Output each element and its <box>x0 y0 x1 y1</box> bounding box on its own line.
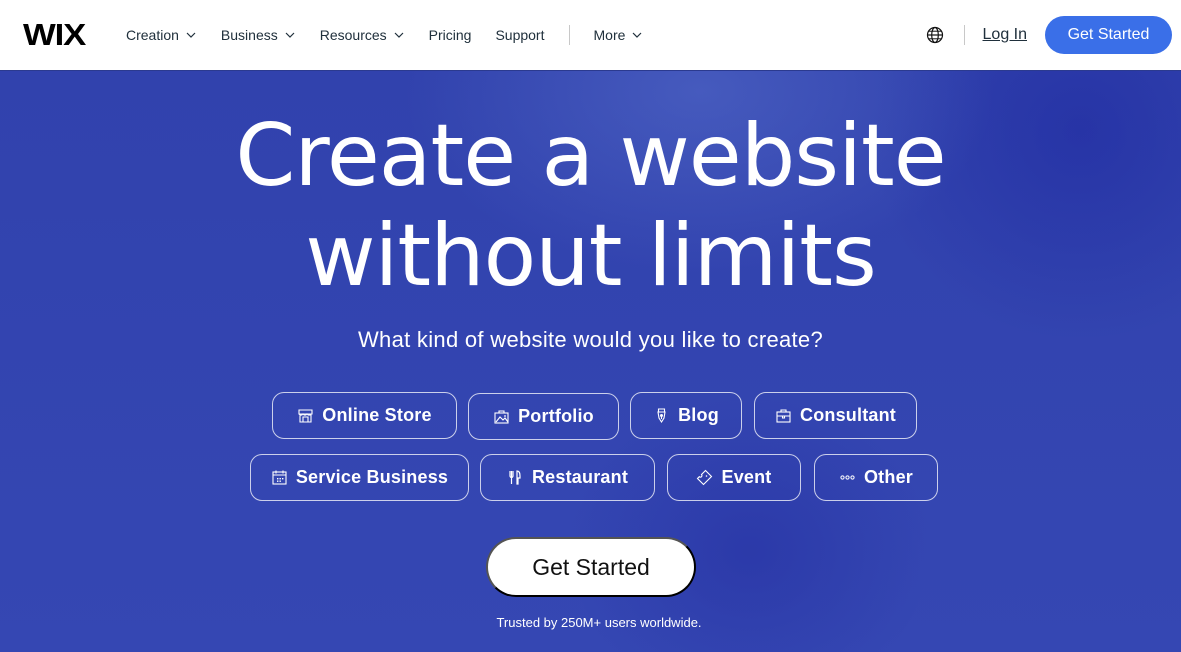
category-blog[interactable]: Blog <box>630 392 742 439</box>
nav-item-business[interactable]: Business <box>221 27 296 43</box>
chevron-down-icon <box>285 32 295 38</box>
header-actions: Log In Get Started <box>926 0 1172 70</box>
nav-item-support[interactable]: Support <box>495 27 544 43</box>
store-icon <box>298 409 313 423</box>
hero-headline-line2: without limits <box>305 206 877 306</box>
utensils-icon <box>509 470 521 485</box>
hero-get-started-button[interactable]: Get Started <box>486 537 696 597</box>
category-restaurant[interactable]: Restaurant <box>480 454 655 501</box>
site-header: WIX Creation Business Resources Pricing … <box>0 0 1181 71</box>
category-online-store[interactable]: Online Store <box>272 392 457 439</box>
chevron-down-icon <box>394 32 404 38</box>
category-label: Online Store <box>322 405 432 425</box>
category-other[interactable]: Other <box>814 454 938 501</box>
wix-logo[interactable]: WIX <box>23 19 86 51</box>
category-label: Restaurant <box>531 467 629 487</box>
category-label: Blog <box>678 405 719 425</box>
portfolio-icon <box>494 410 509 424</box>
header-get-started-button[interactable]: Get Started <box>1045 16 1172 54</box>
trusted-text: Trusted by 250M+ users worldwide. <box>496 615 702 630</box>
globe-icon[interactable] <box>926 26 944 44</box>
pen-nib-icon <box>657 408 666 424</box>
category-label: Other <box>863 467 913 487</box>
more-dots-icon <box>840 475 855 480</box>
chevron-down-icon <box>632 32 642 38</box>
calendar-icon <box>272 470 287 485</box>
category-label: Service Business <box>295 467 449 487</box>
category-consultant[interactable]: Consultant <box>754 392 917 439</box>
nav-label: More <box>593 27 626 43</box>
nav-label: Resources <box>319 27 387 43</box>
hero-section: Create a website without limits What kin… <box>0 71 1181 652</box>
category-portfolio[interactable]: Portfolio <box>468 393 619 440</box>
nav-item-more[interactable]: More <box>594 27 644 43</box>
category-label: Event <box>721 467 772 487</box>
nav-label: Business <box>220 27 278 43</box>
hero-headline-line1: Create a website <box>235 106 946 206</box>
category-event[interactable]: Event <box>667 454 801 501</box>
briefcase-icon <box>776 409 791 423</box>
category-label: Portfolio <box>518 406 594 426</box>
ticket-icon <box>697 469 713 486</box>
nav-label: Creation <box>126 27 179 43</box>
nav-label: Support <box>495 27 545 43</box>
nav-divider <box>568 25 570 45</box>
chevron-down-icon <box>186 32 196 38</box>
nav-item-resources[interactable]: Resources <box>320 27 405 43</box>
category-label: Consultant <box>800 405 896 425</box>
nav-label: Pricing <box>428 27 472 43</box>
login-link[interactable]: Log In <box>983 26 1027 44</box>
category-service-business[interactable]: Service Business <box>250 454 469 501</box>
nav-item-creation[interactable]: Creation <box>126 27 197 43</box>
header-divider <box>963 25 965 45</box>
nav-item-pricing[interactable]: Pricing <box>429 27 472 43</box>
main-nav: Creation Business Resources Pricing Supp… <box>126 0 667 70</box>
hero-subtitle: What kind of website would you like to c… <box>357 327 824 352</box>
